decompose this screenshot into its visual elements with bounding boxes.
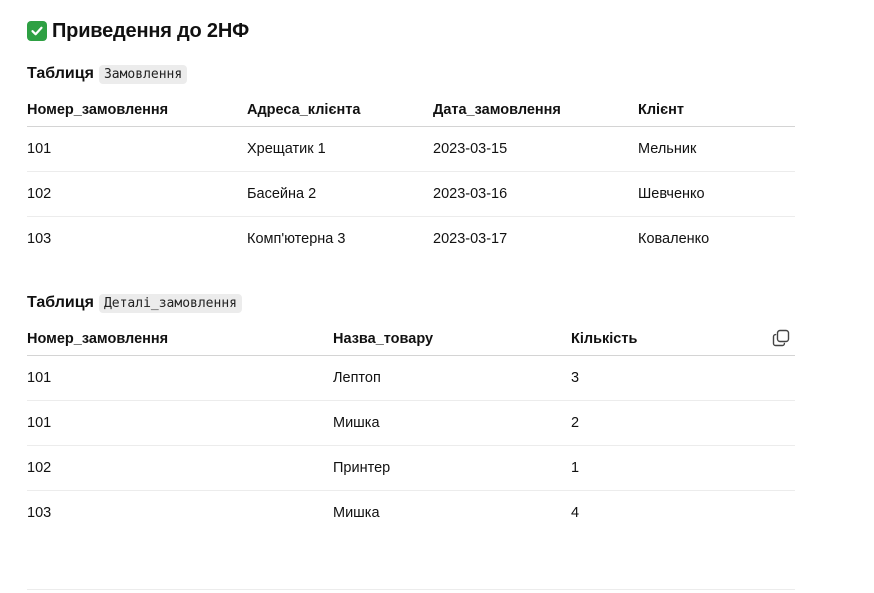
column-header: Номер_замовлення xyxy=(27,94,247,127)
table-cell: 2023-03-17 xyxy=(433,231,508,247)
table-row: 102 Басейна 2 2023-03-16 Шевченко xyxy=(27,171,795,217)
check-mark-icon xyxy=(27,21,47,41)
table-cell: Басейна 2 xyxy=(247,171,433,217)
copy-table-button[interactable] xyxy=(772,329,790,347)
heading-text: Приведення до 2НФ xyxy=(52,19,249,42)
copy-icon xyxy=(772,329,790,347)
table-cell: 101 xyxy=(27,400,333,446)
table-cell: 103 xyxy=(27,231,52,247)
table-cell: Мельник xyxy=(638,126,795,172)
table-cell: 2023-03-15 xyxy=(433,126,638,172)
table-row: 103 Мишка 4 xyxy=(27,491,795,536)
divider xyxy=(27,589,795,590)
table-header-row: Номер_замовлення Адреса_клієнта Дата_зам… xyxy=(27,94,795,127)
table-row: 101 Лептоп 3 xyxy=(27,355,795,401)
table-cell: 2023-03-16 xyxy=(433,171,638,217)
table-cell: 2 xyxy=(571,400,795,446)
table-cell: Принтер xyxy=(333,445,571,491)
table-cell: Комп'ютерна 3 xyxy=(247,231,346,247)
column-header: Кількість xyxy=(571,323,795,356)
order-details-table: Номер_замовлення Назва_товару Кількість … xyxy=(27,323,795,535)
column-header: Клієнт xyxy=(638,94,795,127)
table-cell: Лептоп xyxy=(333,355,571,401)
table-cell: Шевченко xyxy=(638,171,795,217)
table-cell: 101 xyxy=(27,126,247,172)
table-cell: Коваленко xyxy=(638,231,710,247)
table2-caption-prefix: Таблиця xyxy=(27,294,94,311)
table-cell: 103 xyxy=(27,505,52,521)
table-cell: 1 xyxy=(571,445,795,491)
table2-caption: Таблиця Деталі_замовлення xyxy=(27,292,242,314)
column-header: Номер_замовлення xyxy=(27,323,333,356)
table-cell: Хрещатик 1 xyxy=(247,126,433,172)
column-header: Дата_замовлення xyxy=(433,94,638,127)
table-row: 103 Комп'ютерна 3 2023-03-17 Коваленко xyxy=(27,217,795,262)
column-header: Адреса_клієнта xyxy=(247,94,433,127)
table1-caption-prefix: Таблиця xyxy=(27,65,94,82)
table-cell: 102 xyxy=(27,171,247,217)
table-cell: Мишка xyxy=(333,505,380,521)
table-row: 101 Хрещатик 1 2023-03-15 Мельник xyxy=(27,126,795,172)
table-cell: 102 xyxy=(27,445,333,491)
table-row: 101 Мишка 2 xyxy=(27,400,795,446)
table-cell: 3 xyxy=(571,355,795,401)
table-row: 102 Принтер 1 xyxy=(27,445,795,491)
table2-caption-code: Деталі_замовлення xyxy=(98,293,242,313)
orders-table: Номер_замовлення Адреса_клієнта Дата_зам… xyxy=(27,94,795,261)
table1-caption: Таблиця Замовлення xyxy=(27,63,188,85)
table-header-row: Номер_замовлення Назва_товару Кількість xyxy=(27,323,795,356)
column-header: Назва_товару xyxy=(333,323,571,356)
table-cell: 4 xyxy=(571,505,580,521)
table-cell: Мишка xyxy=(333,400,571,446)
page-heading: Приведення до 2НФ xyxy=(27,18,249,44)
table1-caption-code: Замовлення xyxy=(98,64,188,84)
table-cell: 101 xyxy=(27,355,333,401)
